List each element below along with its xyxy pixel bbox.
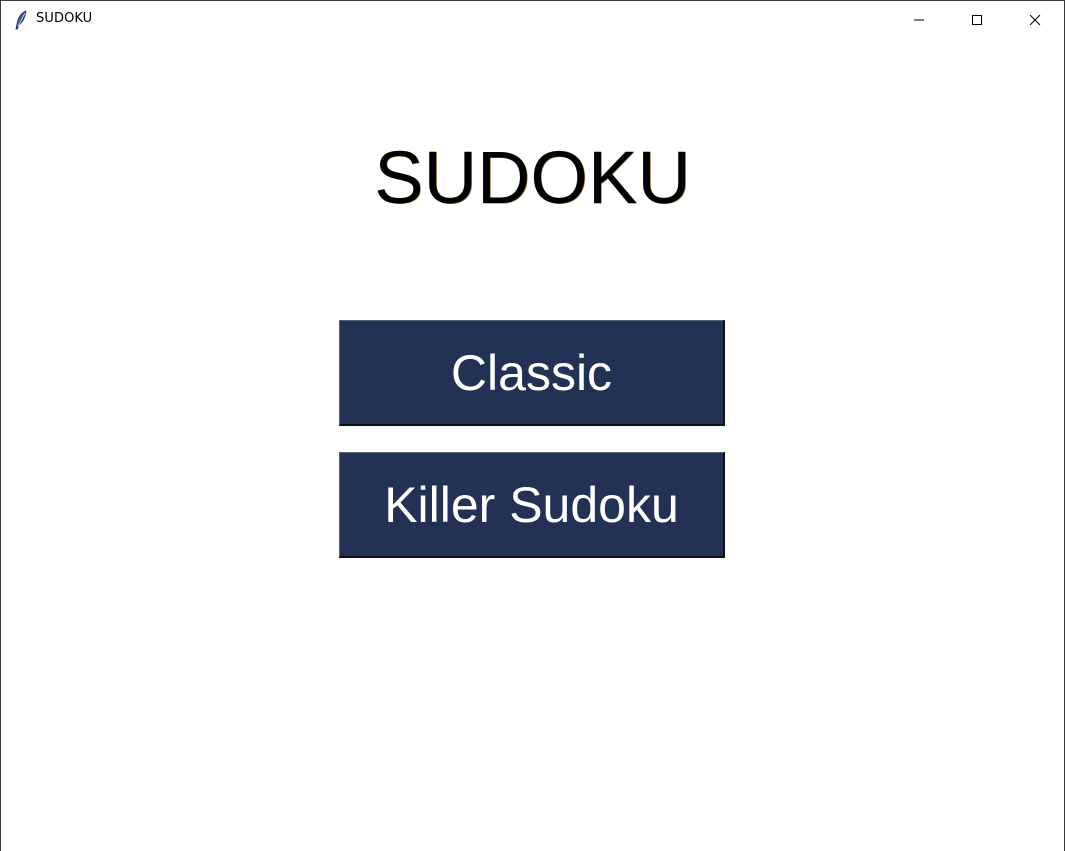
close-icon bbox=[1029, 14, 1041, 26]
main-content: SUDOKU Classic Killer Sudoku bbox=[1, 39, 1064, 851]
maximize-button[interactable] bbox=[948, 1, 1006, 39]
window-controls bbox=[890, 1, 1064, 39]
app-window: SUDOKU SUDOKU Classic Killer Sudoku bbox=[0, 0, 1065, 851]
feather-icon bbox=[13, 10, 29, 30]
classic-button[interactable]: Classic bbox=[339, 320, 725, 426]
page-title: SUDOKU bbox=[374, 136, 691, 219]
title-bar[interactable]: SUDOKU bbox=[1, 1, 1064, 39]
minimize-icon bbox=[913, 14, 925, 26]
minimize-button[interactable] bbox=[890, 1, 948, 39]
window-title: SUDOKU bbox=[36, 11, 93, 26]
maximize-icon bbox=[971, 14, 983, 26]
killer-sudoku-button[interactable]: Killer Sudoku bbox=[339, 452, 725, 558]
close-button[interactable] bbox=[1006, 1, 1064, 39]
